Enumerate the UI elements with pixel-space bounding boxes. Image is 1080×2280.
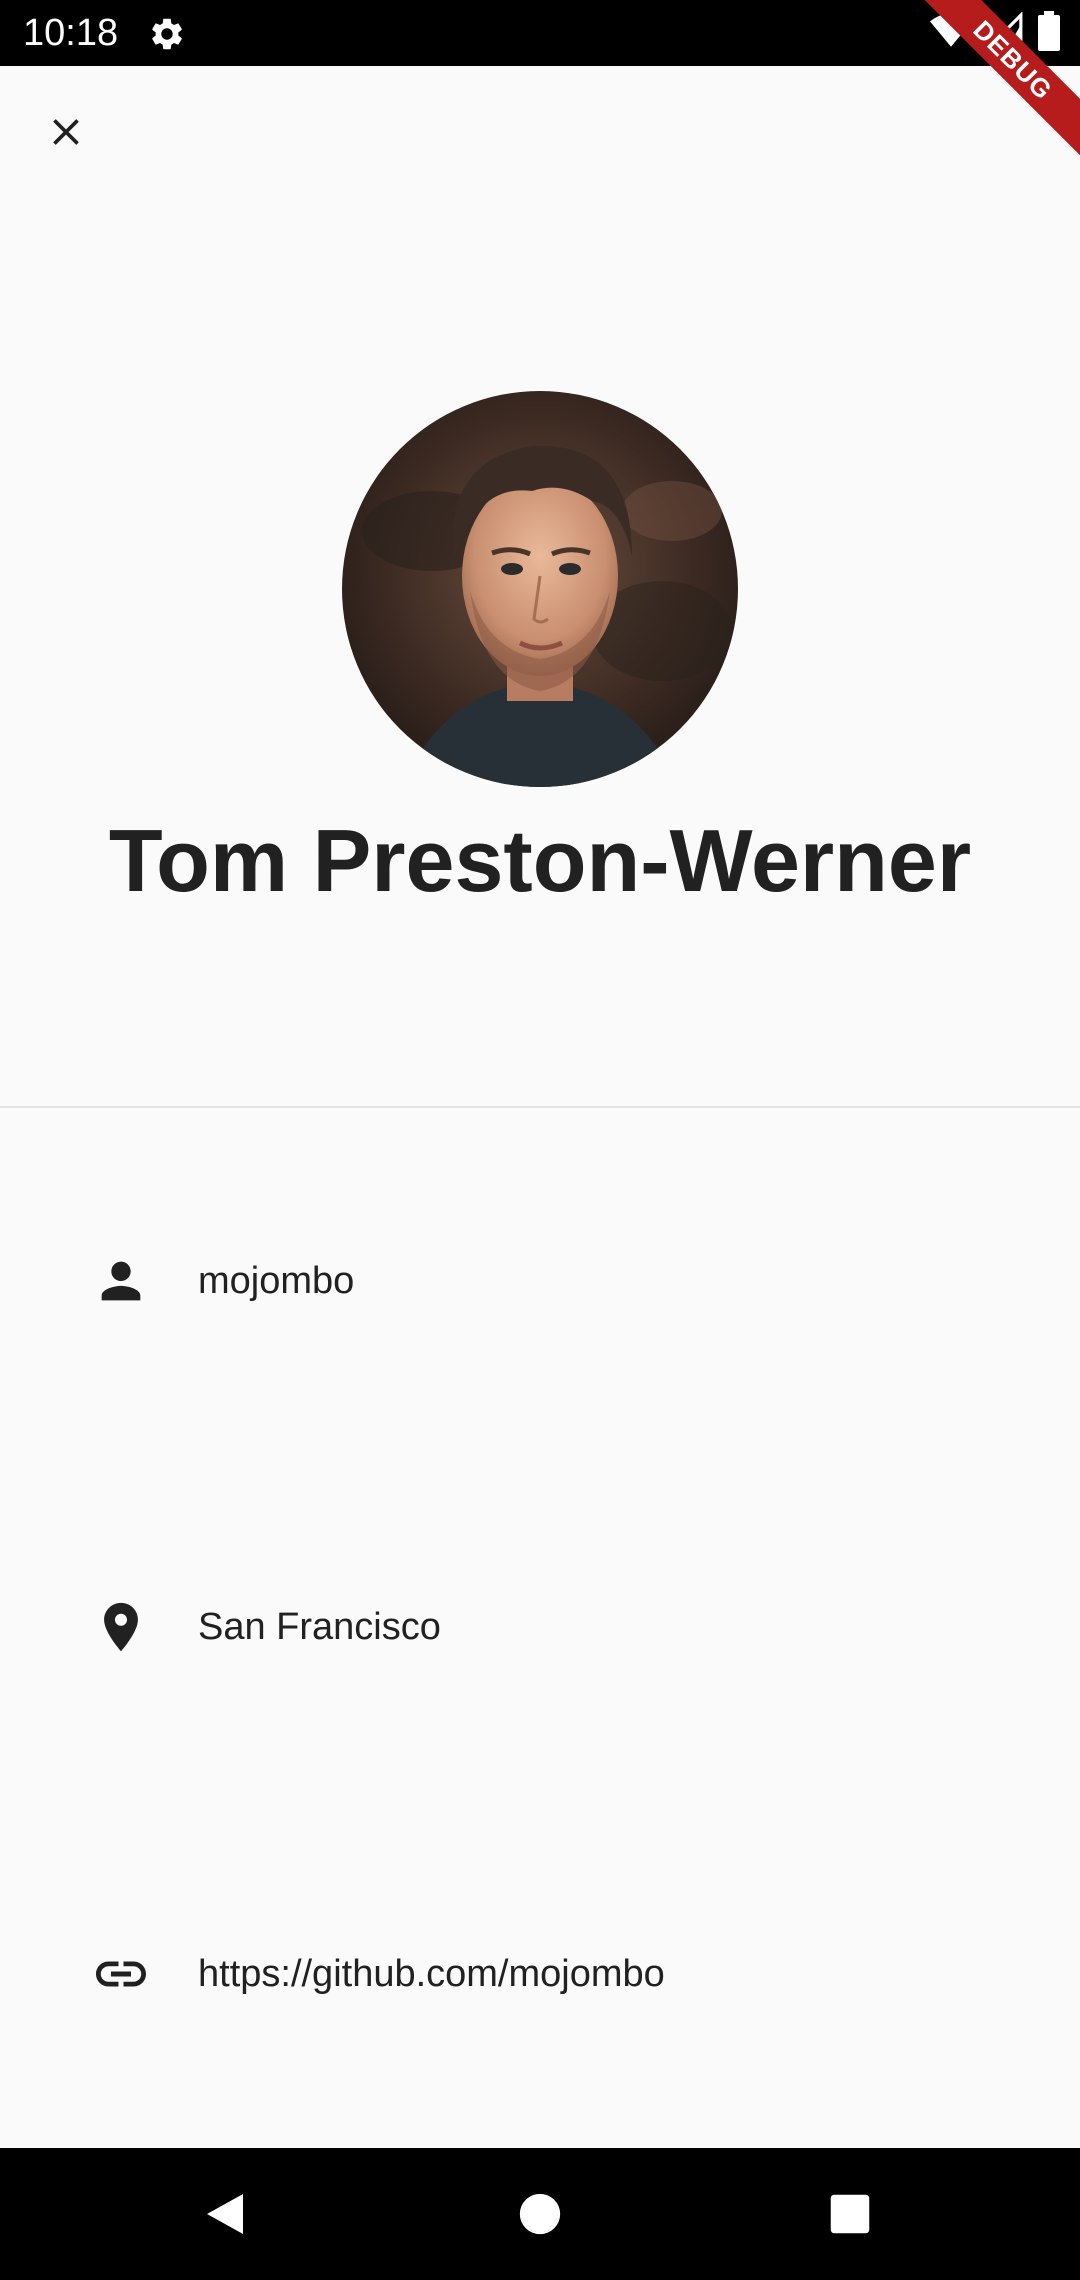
username-row: mojombo xyxy=(0,1206,1080,1356)
settings-icon xyxy=(148,15,186,53)
profile-name: Tom Preston-Werner xyxy=(108,811,972,910)
home-icon xyxy=(519,2193,561,2235)
signal-icon xyxy=(985,10,1024,55)
status-bar: 10:18 xyxy=(0,0,1080,66)
navigation-bar xyxy=(0,2148,1080,2280)
recents-button[interactable] xyxy=(810,2178,890,2250)
link-text[interactable]: https://github.com/mojombo xyxy=(198,1953,665,1996)
status-time: 10:18 xyxy=(23,12,119,54)
close-button[interactable] xyxy=(22,88,110,176)
back-button[interactable] xyxy=(185,2178,265,2250)
link-icon xyxy=(88,1941,154,2007)
wifi-icon xyxy=(930,13,972,54)
divider xyxy=(0,1106,1080,1108)
home-button[interactable] xyxy=(500,2178,580,2250)
location-row: San Francisco xyxy=(0,1552,1080,1702)
person-icon xyxy=(88,1248,154,1314)
status-icons xyxy=(930,10,1060,56)
avatar xyxy=(342,391,738,787)
link-row[interactable]: https://github.com/mojombo xyxy=(0,1899,1080,2049)
recents-icon xyxy=(830,2194,870,2234)
battery-icon xyxy=(1038,10,1060,56)
username-text: mojombo xyxy=(198,1259,355,1302)
close-icon xyxy=(53,119,79,145)
back-icon xyxy=(207,2194,243,2234)
location-pin-icon xyxy=(88,1594,154,1660)
location-text: San Francisco xyxy=(198,1605,441,1648)
